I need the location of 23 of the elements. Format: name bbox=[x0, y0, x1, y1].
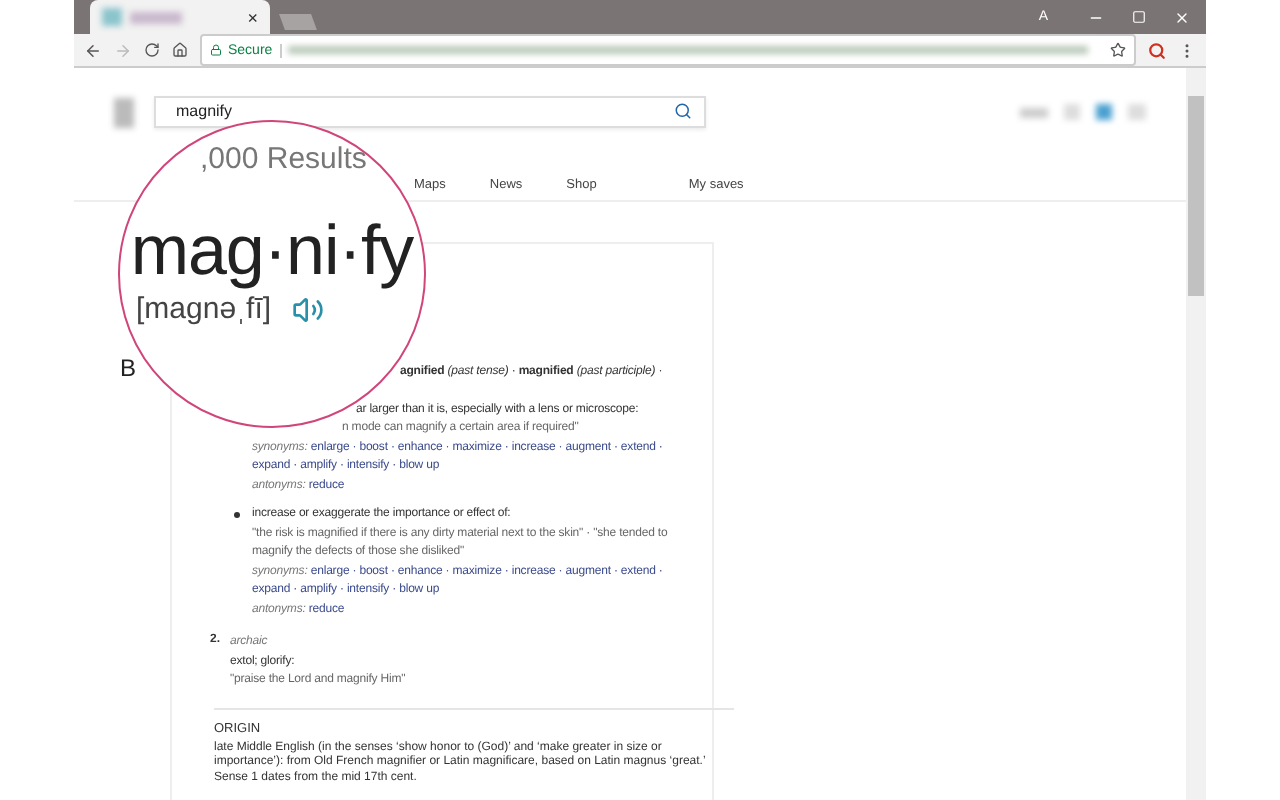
star-icon[interactable] bbox=[1110, 42, 1126, 58]
search-icon[interactable] bbox=[674, 102, 692, 120]
blurred-sign-in bbox=[1020, 107, 1048, 117]
lock-icon bbox=[210, 44, 222, 56]
blurred-menu bbox=[1128, 104, 1146, 120]
close-icon[interactable] bbox=[1174, 9, 1190, 25]
blurred-logo bbox=[114, 97, 134, 127]
tab-close-button[interactable]: × bbox=[247, 7, 258, 27]
blurred-avatar bbox=[1064, 104, 1080, 120]
browser-tab[interactable]: × bbox=[90, 0, 270, 34]
results-count: ,000 Results bbox=[200, 142, 367, 176]
speaker-icon[interactable] bbox=[291, 293, 324, 325]
blurred-favicon bbox=[102, 8, 122, 26]
search-field[interactable]: magnify bbox=[154, 95, 706, 127]
blurred-badge bbox=[1096, 104, 1112, 120]
home-icon[interactable] bbox=[172, 42, 188, 58]
search-icon[interactable] bbox=[1148, 41, 1166, 59]
headword: mag·ni·fy bbox=[130, 212, 414, 292]
blurred-tab-title bbox=[130, 11, 182, 23]
pronunciation-text: [magnəˌfī] bbox=[136, 292, 272, 326]
reload-icon[interactable] bbox=[144, 42, 160, 58]
maximize-icon[interactable] bbox=[1132, 10, 1146, 24]
back-icon[interactable] bbox=[84, 41, 102, 59]
